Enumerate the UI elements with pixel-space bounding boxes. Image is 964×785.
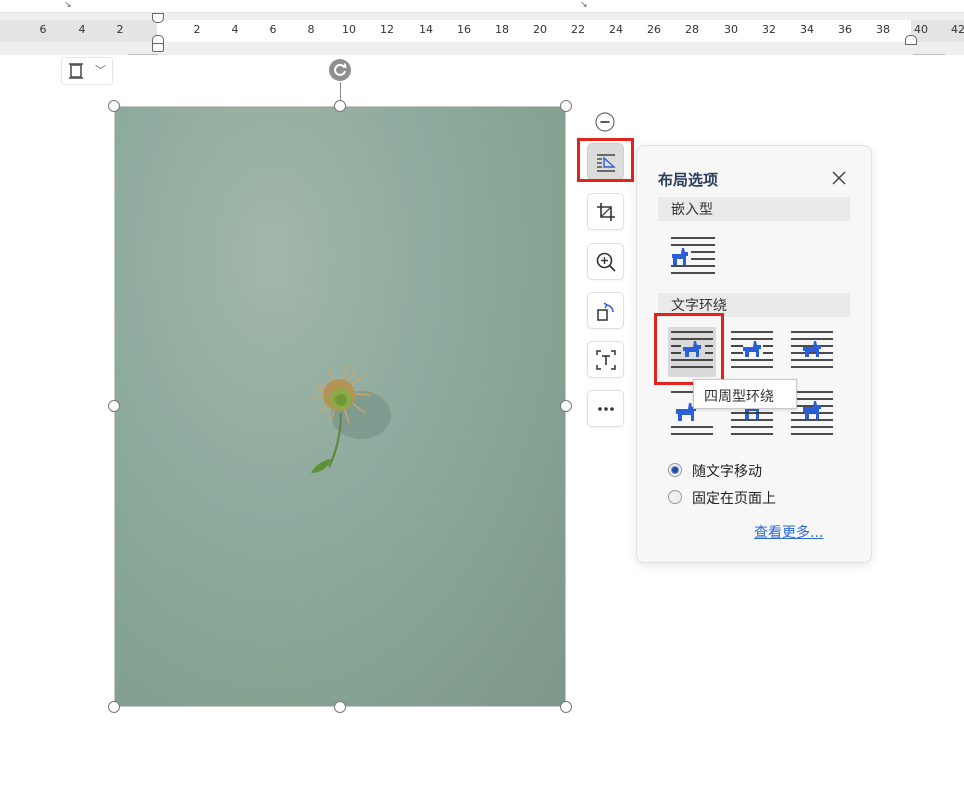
horizontal-ruler[interactable]: 6 4 2 2 4 6 8 10 12 14 16 18 20 22 24 26… (0, 13, 964, 55)
ruler-number: 20 (533, 23, 547, 36)
tooltip: 四周型环绕 (693, 379, 797, 409)
more-icon (598, 407, 614, 411)
ruler-number: 28 (685, 23, 699, 36)
ruler-number: 6 (39, 23, 47, 36)
ruler-number: 10 (342, 23, 356, 36)
ruler-number: 32 (762, 23, 776, 36)
resize-handle-right[interactable] (560, 400, 572, 412)
radio-label: 固定在页面上 (692, 491, 776, 507)
section-inline: 嵌入型 (658, 197, 850, 221)
resize-handle-top[interactable] (334, 100, 346, 112)
layout-options-icon (597, 154, 616, 172)
section-label: 嵌入型 (671, 202, 713, 218)
left-indent-marker[interactable] (152, 43, 164, 52)
extract-text-icon (596, 350, 616, 370)
top-strip: ↘ ↘ (0, 0, 964, 13)
ruler-edge (913, 54, 945, 55)
corner-arrow-icon: ↘ (64, 0, 72, 10)
zoom-in-icon (596, 252, 616, 272)
section-text-wrap: 文字环绕 (658, 293, 850, 317)
ruler-number: 36 (838, 23, 852, 36)
ruler-number: 12 (380, 23, 394, 36)
more-button[interactable] (587, 390, 624, 427)
ruler-number: 14 (419, 23, 433, 36)
close-icon[interactable] (831, 170, 847, 186)
rotate-connector (340, 82, 341, 100)
crop-icon (597, 203, 615, 221)
collapse-toolbar-icon[interactable] (595, 112, 615, 132)
resize-handle-top-right[interactable] (560, 100, 572, 112)
flower-illustration (310, 364, 391, 473)
resize-handle-bottom-left[interactable] (108, 701, 120, 713)
rotate-icon (597, 302, 614, 321)
ruler-number: 16 (457, 23, 471, 36)
radio-button[interactable] (668, 490, 682, 504)
see-more-link[interactable]: 查看更多... (754, 522, 823, 542)
ruler-edge (128, 54, 158, 55)
selected-image[interactable] (114, 106, 566, 707)
ruler-number: 42 (951, 23, 964, 36)
chevron-down-icon: ﹀ (95, 64, 106, 77)
first-line-indent-marker[interactable] (152, 13, 164, 23)
ruler-number: 40 (914, 23, 928, 36)
ruler-number: 2 (193, 23, 201, 36)
radio-label: 随文字移动 (692, 464, 762, 480)
zoom-button[interactable] (587, 243, 624, 280)
text-wrap-quick-button[interactable]: ﹀ (61, 57, 113, 85)
rotate-button[interactable] (587, 292, 624, 329)
tooltip-text: 四周型环绕 (704, 389, 774, 405)
ruler-number: 4 (231, 23, 239, 36)
inline-layout-icon (671, 237, 715, 274)
resize-handle-bottom[interactable] (334, 701, 346, 713)
layout-options-button[interactable] (587, 143, 624, 180)
text-wrap-icon (69, 63, 83, 79)
ruler-number: 24 (609, 23, 623, 36)
ruler-number: 38 (876, 23, 890, 36)
ruler-number: 8 (307, 23, 315, 36)
right-indent-marker[interactable] (905, 35, 917, 45)
wrap-option-through[interactable] (788, 327, 836, 377)
tight-wrap-icon (731, 331, 773, 368)
ruler-number: 18 (495, 23, 509, 36)
resize-handle-top-left[interactable] (108, 100, 120, 112)
crop-button[interactable] (587, 193, 624, 230)
square-wrap-icon (671, 331, 713, 368)
ruler-band (0, 20, 964, 42)
ruler-number: 6 (269, 23, 277, 36)
resize-handle-bottom-right[interactable] (560, 701, 572, 713)
through-wrap-icon (791, 331, 833, 368)
ruler-number: 30 (724, 23, 738, 36)
ruler-number: 2 (116, 23, 124, 36)
ruler-number: 26 (647, 23, 661, 36)
rotate-handle-icon[interactable] (328, 58, 352, 82)
wrap-option-tight[interactable] (728, 327, 776, 377)
panel-title: 布局选项 (658, 171, 719, 189)
corner-arrow-icon: ↘ (580, 0, 588, 10)
section-label: 文字环绕 (671, 298, 727, 314)
resize-handle-left[interactable] (108, 400, 120, 412)
ruler-number: 4 (78, 23, 86, 36)
ruler-number: 34 (800, 23, 814, 36)
radio-button[interactable] (668, 463, 682, 477)
wrap-option-square[interactable] (668, 327, 716, 377)
extract-text-button[interactable] (587, 341, 624, 378)
layout-options-panel: 布局选项 嵌入型 文字环绕 随文字移动 固定在页面上 查看更多... (636, 145, 872, 563)
wrap-option-inline[interactable] (668, 232, 716, 282)
ruler-number: 22 (571, 23, 585, 36)
